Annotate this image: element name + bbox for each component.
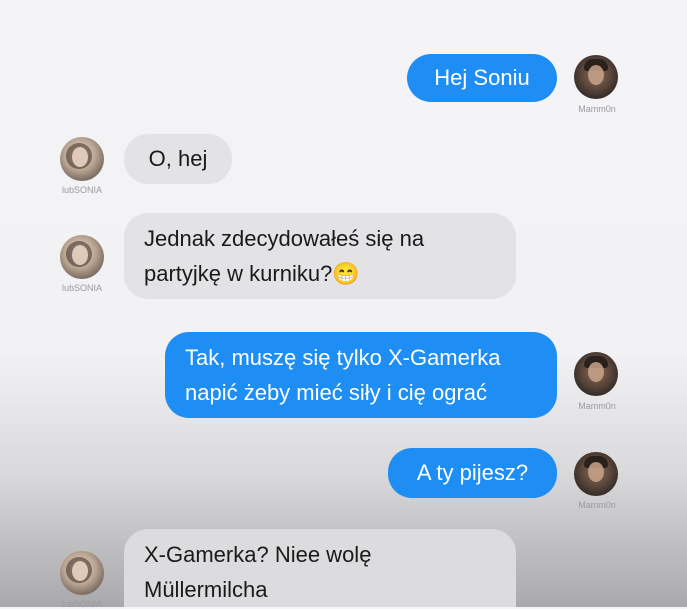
user-avatar-lubsonia[interactable] xyxy=(60,137,104,181)
user-avatar-mammon[interactable] xyxy=(574,452,618,496)
message-bubble-incoming[interactable]: Jednak zdecydowałeś się na partyjkę w ku… xyxy=(124,213,516,299)
message-text-line: Tak, muszę się tylko X-Gamerka xyxy=(185,345,501,370)
message-text-line: napić żeby mieć siły i cię ograć xyxy=(185,380,488,405)
username-label: lubSONIA xyxy=(61,283,103,293)
message-bubble-incoming[interactable]: X-Gamerka? Niee wolę Müllermilcha xyxy=(124,529,516,607)
message-text-line: X-Gamerka? Niee wolę xyxy=(144,542,372,567)
username-label: lubSONIA xyxy=(61,185,103,195)
user-avatar-lubsonia[interactable] xyxy=(60,235,104,279)
username-label: Mamm0n xyxy=(578,500,616,510)
message-text-line: Jednak zdecydowałeś się na xyxy=(144,226,425,251)
username-label: Mamm0n xyxy=(578,401,616,411)
user-avatar-lubsonia[interactable] xyxy=(60,551,104,595)
message-text-line: Müllermilcha xyxy=(144,577,268,602)
grinning-face-emoji-icon: 😁 xyxy=(332,261,360,286)
message-text: O, hej xyxy=(148,146,208,171)
message-text: A ty pijesz? xyxy=(416,460,529,485)
message-text: Hej Soniu xyxy=(434,65,530,90)
username-label: lubSONIA xyxy=(61,599,103,609)
username-label: Mamm0n xyxy=(578,104,616,114)
user-avatar-mammon[interactable] xyxy=(574,352,618,396)
user-avatar-mammon[interactable] xyxy=(574,55,618,99)
message-bubble-outgoing[interactable]: Tak, muszę się tylko X-Gamerka napić żeb… xyxy=(165,332,557,418)
message-bubble-incoming[interactable]: O, hej xyxy=(124,134,232,184)
message-bubble-outgoing[interactable]: A ty pijesz? xyxy=(388,448,557,498)
message-text-line: partyjkę w kurniku? xyxy=(144,261,333,286)
message-bubble-outgoing[interactable]: Hej Soniu xyxy=(407,54,557,102)
